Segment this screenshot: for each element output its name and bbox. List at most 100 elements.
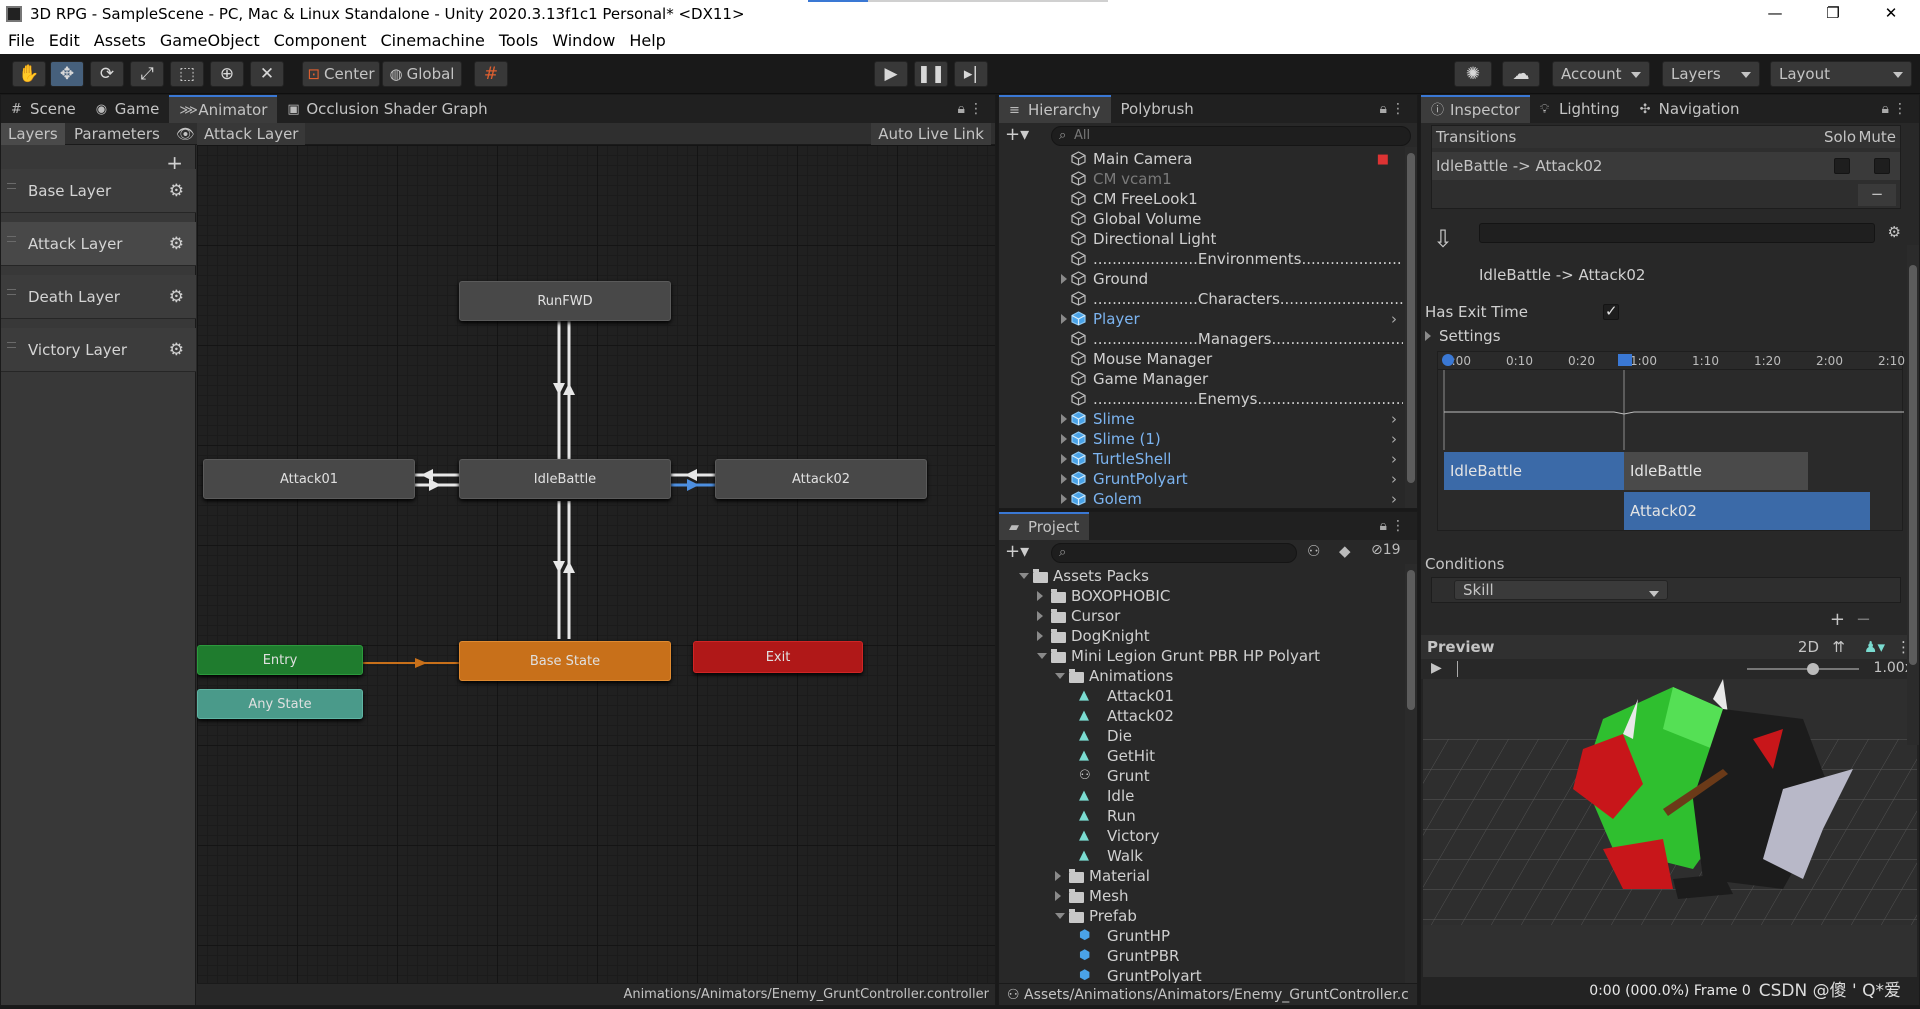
expand-arrow-icon[interactable] <box>1061 434 1067 444</box>
chevron-right-icon[interactable]: › <box>1391 310 1397 328</box>
play-button[interactable]: ▶ <box>874 61 908 87</box>
pause-button[interactable]: ❚❚ <box>914 61 948 87</box>
hierarchy-item[interactable]: GruntPolyart › <box>999 469 1403 489</box>
arrow-up[interactable] <box>563 383 575 395</box>
layer-item[interactable]: Death Layer ⚙ <box>1 275 196 319</box>
transition-name-field[interactable] <box>1479 223 1875 243</box>
hierarchy-item[interactable]: Game Manager <box>999 369 1403 389</box>
project-folder[interactable]: Mesh <box>999 886 1403 906</box>
gear-icon[interactable]: ⚙ <box>169 287 184 307</box>
expand-arrow-icon[interactable] <box>1061 494 1067 504</box>
menu-window[interactable]: Window <box>552 31 615 50</box>
project-asset[interactable]: ▲ Idle <box>999 786 1403 806</box>
menu-edit[interactable]: Edit <box>49 31 80 50</box>
create-button[interactable]: +▾ <box>1005 124 1029 145</box>
project-asset[interactable]: ▲ Run <box>999 806 1403 826</box>
scale-tool-button[interactable]: ⤢ <box>130 61 164 87</box>
tab-scene[interactable]: # Scene <box>1 95 86 123</box>
state-idlebattle[interactable]: IdleBattle <box>459 459 671 499</box>
account-dropdown[interactable]: Account <box>1552 61 1650 87</box>
expand-arrow-icon[interactable] <box>1037 631 1043 641</box>
hierarchy-item[interactable]: CM FreeLook1 <box>999 189 1403 209</box>
tab-occlusion-shader-graph[interactable]: ▣ Occlusion Shader Graph <box>277 95 497 123</box>
hierarchy-item[interactable]: Global Volume <box>999 209 1403 229</box>
project-folder[interactable]: Prefab <box>999 906 1403 926</box>
expand-arrow-icon[interactable] <box>1055 891 1061 901</box>
step-button[interactable]: ▸| <box>954 61 988 87</box>
project-asset[interactable]: ▲ GetHit <box>999 746 1403 766</box>
expand-arrow-icon[interactable] <box>1061 274 1067 284</box>
hidden-packages-toggle[interactable]: ⊘19 <box>1371 542 1401 558</box>
state-attack02[interactable]: Attack02 <box>715 459 927 499</box>
expand-arrow-icon[interactable] <box>1055 871 1061 881</box>
project-folder[interactable]: Animations <box>999 666 1403 686</box>
tab-lighting[interactable]: 💡︎ Lighting <box>1530 95 1630 123</box>
project-asset[interactable]: ⚇ Grunt <box>999 766 1403 786</box>
global-local-toggle[interactable]: ◍ Global <box>382 61 462 87</box>
state-machine-graph[interactable]: RunFWD Attack01 IdleBattle Attack02 Entr… <box>197 145 995 983</box>
sub-tab-parameters[interactable]: Parameters <box>67 123 167 145</box>
pivot-center-toggle[interactable]: ⊡ Center <box>302 61 380 87</box>
gear-icon[interactable]: ⚙ <box>1888 223 1901 241</box>
auto-live-link-toggle[interactable]: Auto Live Link <box>871 123 991 145</box>
hierarchy-item[interactable]: Mouse Manager <box>999 349 1403 369</box>
remove-condition-button[interactable]: − <box>1856 609 1871 630</box>
menu-help[interactable]: Help <box>629 31 665 50</box>
project-asset[interactable]: ▲ Attack02 <box>999 706 1403 726</box>
tab-game[interactable]: ◉ Game <box>86 95 170 123</box>
collapse-arrow-icon[interactable] <box>1055 913 1065 919</box>
state-any-state[interactable]: Any State <box>197 689 363 719</box>
hierarchy-item[interactable]: TurtleShell › <box>999 449 1403 469</box>
transition-timeline[interactable]: 0:00 0:10 0:20 1:00 1:10 1:20 2:00 2:10 IdleBat… <box>1437 351 1905 531</box>
layout-dropdown[interactable]: Layout <box>1770 61 1912 87</box>
project-folder[interactable]: Assets Packs <box>999 566 1403 586</box>
layer-item[interactable]: Victory Layer ⚙ <box>1 328 196 372</box>
expand-arrow-icon[interactable] <box>1061 314 1067 324</box>
start-marker[interactable] <box>1442 354 1454 366</box>
tab-inspector[interactable]: ⓘ Inspector <box>1421 95 1530 123</box>
panel-lock-menu[interactable]: 🔒︎⋮ <box>1380 101 1409 117</box>
project-asset[interactable]: ⬢ GruntPBR <box>999 946 1403 966</box>
speed-slider[interactable] <box>1747 668 1859 670</box>
sub-tab-layers[interactable]: Layers <box>1 123 65 145</box>
from-state-bar-tail[interactable]: IdleBattle <box>1624 452 1808 490</box>
hierarchy-scrollbar[interactable] <box>1405 147 1417 508</box>
chevron-right-icon[interactable]: › <box>1391 410 1397 428</box>
panel-lock-menu[interactable]: 🔒︎⋮ <box>1380 518 1409 534</box>
preview-viewport[interactable] <box>1423 679 1917 977</box>
chevron-right-icon[interactable]: › <box>1391 470 1397 488</box>
custom-tool-button[interactable]: ✕ <box>250 61 284 87</box>
grid-snap-button[interactable]: # <box>474 61 508 87</box>
project-asset[interactable]: ▲ Victory <box>999 826 1403 846</box>
menu-cinemachine[interactable]: Cinemachine <box>380 31 484 50</box>
layer-item[interactable]: Attack Layer ⚙ <box>1 222 196 266</box>
pivot-toggle-icon[interactable]: ⇈ <box>1832 635 1845 659</box>
project-asset[interactable]: ⬢ GruntPolyart <box>999 966 1403 983</box>
hierarchy-item[interactable]: Golem › <box>999 489 1403 508</box>
transition-item[interactable]: IdleBattle -> Attack02 <box>1432 152 1900 180</box>
menu-component[interactable]: Component <box>274 31 367 50</box>
from-state-bar[interactable]: IdleBattle <box>1444 452 1624 490</box>
preview-play-button[interactable]: ▶ <box>1431 660 1442 676</box>
close-button[interactable]: ✕ <box>1862 0 1920 27</box>
project-scrollbar[interactable] <box>1405 564 1417 983</box>
expand-arrow-icon[interactable] <box>1061 454 1067 464</box>
project-search[interactable] <box>1051 543 1297 563</box>
collapse-arrow-icon[interactable] <box>1055 673 1065 679</box>
gear-icon[interactable]: ⚙ <box>169 234 184 254</box>
create-asset-button[interactable]: +▾ <box>1005 541 1029 562</box>
project-folder[interactable]: Mini Legion Grunt PBR HP Polyart <box>999 646 1403 666</box>
end-marker[interactable] <box>1618 354 1632 366</box>
panel-lock-menu[interactable]: 🔒︎⋮ <box>958 101 987 117</box>
settings-foldout[interactable]: Settings <box>1421 327 1905 345</box>
layer-item[interactable]: Base Layer ⚙ <box>1 169 196 213</box>
hierarchy-item[interactable]: Slime (1) › <box>999 429 1403 449</box>
transform-tool-button[interactable]: ⊕ <box>210 61 244 87</box>
hierarchy-item[interactable]: Player › <box>999 309 1403 329</box>
hierarchy-item[interactable]: ......................Environments......… <box>999 249 1403 269</box>
panel-lock-menu[interactable]: 🔒︎⋮ <box>1882 101 1911 117</box>
hierarchy-item[interactable]: ......................Enemys............… <box>999 389 1403 409</box>
hierarchy-item[interactable]: Ground <box>999 269 1403 289</box>
cloud-button[interactable]: ☁ <box>1502 61 1540 87</box>
chevron-right-icon[interactable]: › <box>1391 490 1397 508</box>
